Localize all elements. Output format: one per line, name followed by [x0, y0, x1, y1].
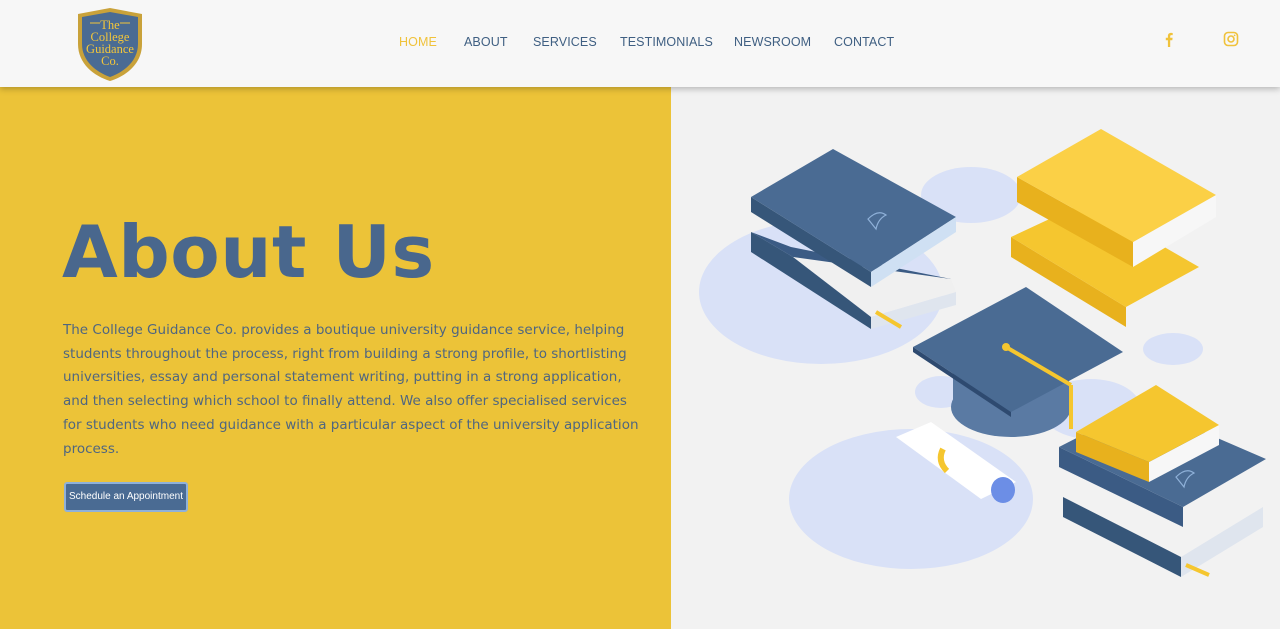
- background-circle: [1143, 333, 1203, 365]
- about-hero-panel: About Us The College Guidance Co. provid…: [0, 87, 671, 629]
- facebook-icon[interactable]: [1160, 30, 1178, 48]
- education-illustration: [671, 87, 1280, 629]
- instagram-icon[interactable]: [1222, 30, 1240, 48]
- nav-newsroom[interactable]: NEWSROOM: [734, 35, 811, 49]
- nav-home[interactable]: HOME: [399, 35, 437, 49]
- about-description: The College Guidance Co. provides a bout…: [63, 322, 639, 457]
- site-header: The College Guidance Co. HOME ABOUT SERV…: [0, 0, 1280, 87]
- page-title: About Us: [62, 210, 435, 294]
- nav-services[interactable]: SERVICES: [533, 35, 597, 49]
- logo[interactable]: The College Guidance Co.: [74, 6, 146, 82]
- nav-about[interactable]: ABOUT: [464, 35, 508, 49]
- nav-contact[interactable]: CONTACT: [834, 35, 894, 49]
- logo-text: The College Guidance Co.: [86, 18, 134, 68]
- yellow-book-stack-right: [1011, 129, 1216, 327]
- schedule-appointment-button[interactable]: Schedule an Appointment: [64, 482, 188, 512]
- nav-testimonials[interactable]: TESTIMONIALS: [620, 35, 713, 49]
